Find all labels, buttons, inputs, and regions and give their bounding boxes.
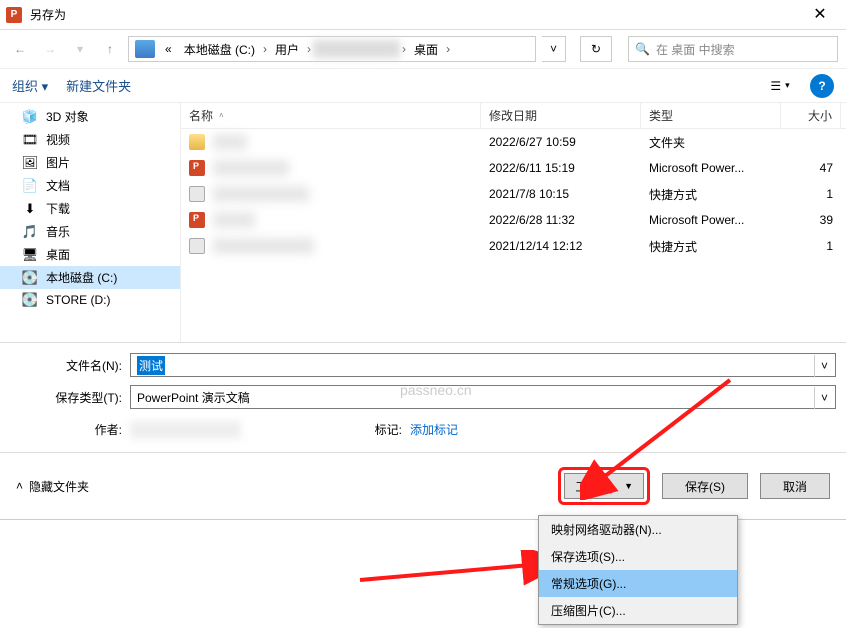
col-name[interactable]: 名称˄ (181, 103, 481, 128)
chevron-right-icon: › (444, 42, 452, 56)
sidebar-item-3d-objects[interactable]: 🧊3D 对象 (0, 105, 180, 128)
cancel-button[interactable]: 取消 (760, 473, 830, 499)
savetype-select[interactable]: PowerPoint 演示文稿 ˅ (130, 385, 836, 409)
tools-highlight: 工具(L) ▼ (558, 467, 650, 505)
bottom-bar: ˄ 隐藏文件夹 工具(L) ▼ 保存(S) 取消 (0, 452, 846, 519)
table-row[interactable]: ████ 2022/6/28 11:32 Microsoft Power... … (181, 207, 846, 233)
menu-map-network-drive[interactable]: 映射网络驱动器(N)... (539, 516, 737, 543)
savetype-label: 保存类型(T): (10, 389, 130, 406)
breadcrumb-dropdown[interactable]: ˅ (542, 36, 566, 62)
chevron-right-icon: › (305, 42, 313, 56)
search-placeholder: 在 桌面 中搜索 (656, 41, 735, 58)
content-area: 🧊3D 对象 🎞视频 🖼图片 📄文档 ⬇下载 🎵音乐 🖥桌面 💽本地磁盘 (C:… (0, 102, 846, 342)
folder-icon (189, 134, 205, 150)
sidebar-item-downloads[interactable]: ⬇下载 (0, 197, 180, 220)
powerpoint-file-icon (189, 212, 205, 228)
organize-button[interactable]: 组织 ▾ (12, 76, 48, 95)
tag-label: 标记: (330, 421, 410, 438)
savetype-value: PowerPoint 演示文稿 (137, 389, 250, 406)
filename-value: 测试 (137, 356, 165, 375)
toolbar: 组织 ▾ 新建文件夹 ☰ ▾ ? (0, 68, 846, 102)
tools-menu: 映射网络驱动器(N)... 保存选项(S)... 常规选项(G)... 压缩图片… (538, 515, 738, 625)
filename-input[interactable]: 测试 ˅ (130, 353, 836, 377)
forward-button[interactable]: → (38, 37, 62, 61)
music-icon: 🎵 (22, 224, 38, 240)
search-icon: 🔍 (635, 42, 650, 56)
chevron-up-icon: ˄ (16, 479, 23, 493)
sort-up-icon: ˄ (219, 111, 224, 120)
recent-dropdown[interactable]: ▾ (68, 37, 92, 61)
table-row[interactable]: ██████ ████ 2021/7/8 10:15 快捷方式 1 (181, 181, 846, 207)
table-row[interactable]: ███ 2022/6/27 10:59 文件夹 (181, 129, 846, 155)
disk-icon: 💽 (22, 270, 38, 286)
cube-icon: 🧊 (22, 109, 38, 125)
crumb-desktop[interactable]: 桌面 (408, 39, 444, 60)
col-date[interactable]: 修改日期 (481, 103, 641, 128)
file-columns-header: 名称˄ 修改日期 类型 大小 (181, 103, 846, 129)
crumb-users[interactable]: 用户 (269, 39, 305, 60)
close-button[interactable]: ✕ (800, 1, 840, 29)
shortcut-icon (189, 238, 205, 254)
powerpoint-file-icon (189, 160, 205, 176)
list-view-icon: ☰ (770, 79, 781, 93)
tools-button[interactable]: 工具(L) ▼ (564, 473, 644, 499)
menu-general-options[interactable]: 常规选项(G)... (539, 570, 737, 597)
chevron-down-icon: ▾ (785, 80, 790, 91)
titlebar: P 另存为 ✕ (0, 0, 846, 30)
powerpoint-app-icon: P (6, 7, 22, 23)
picture-icon: 🖼 (22, 155, 38, 171)
help-button[interactable]: ? (810, 74, 834, 98)
sidebar: 🧊3D 对象 🎞视频 🖼图片 📄文档 ⬇下载 🎵音乐 🖥桌面 💽本地磁盘 (C:… (0, 103, 180, 342)
sidebar-item-local-disk-c[interactable]: 💽本地磁盘 (C:) (0, 266, 180, 289)
sidebar-item-pictures[interactable]: 🖼图片 (0, 151, 180, 174)
file-pane: 名称˄ 修改日期 类型 大小 ███ 2022/6/27 10:59 文件夹 █… (180, 103, 846, 342)
desktop-icon: 🖥 (22, 247, 38, 263)
crumb-sep: « (159, 40, 178, 58)
up-button[interactable]: ↑ (98, 37, 122, 61)
chevron-down-icon: ▼ (624, 481, 633, 491)
author-value[interactable]: ██████ (130, 421, 241, 439)
form-area: 文件名(N): 测试 ˅ 保存类型(T): PowerPoint 演示文稿 ˅ … (0, 342, 846, 452)
chevron-right-icon: › (400, 42, 408, 56)
filename-label: 文件名(N): (10, 357, 130, 374)
sidebar-item-desktop[interactable]: 🖥桌面 (0, 243, 180, 266)
savetype-dropdown[interactable]: ˅ (814, 387, 834, 409)
save-button[interactable]: 保存(S) (662, 473, 748, 499)
new-folder-button[interactable]: 新建文件夹 (66, 76, 131, 95)
table-row[interactable]: ████████ 2022/6/11 15:19 Microsoft Power… (181, 155, 846, 181)
sidebar-item-store-d[interactable]: 💽STORE (D:) (0, 289, 180, 311)
document-icon: 📄 (22, 178, 38, 194)
col-type[interactable]: 类型 (641, 103, 781, 128)
window-title: 另存为 (30, 6, 800, 23)
tag-input[interactable]: 添加标记 (410, 421, 610, 438)
col-size[interactable]: 大小 (781, 103, 841, 128)
menu-save-options[interactable]: 保存选项(S)... (539, 543, 737, 570)
hide-folders-toggle[interactable]: ˄ 隐藏文件夹 (16, 478, 89, 495)
filename-dropdown[interactable]: ˅ (814, 355, 834, 377)
sidebar-item-music[interactable]: 🎵音乐 (0, 220, 180, 243)
folder-icon (135, 40, 155, 58)
author-label: 作者: (10, 421, 130, 438)
refresh-button[interactable]: ↻ (580, 36, 612, 62)
back-button[interactable]: ← (8, 37, 32, 61)
sidebar-item-documents[interactable]: 📄文档 (0, 174, 180, 197)
sidebar-item-videos[interactable]: 🎞视频 (0, 128, 180, 151)
download-icon: ⬇ (22, 201, 38, 217)
menu-compress-pictures[interactable]: 压缩图片(C)... (539, 597, 737, 624)
disk-icon: 💽 (22, 292, 38, 308)
crumb-local-disk[interactable]: 本地磁盘 (C:) (178, 39, 261, 60)
search-input[interactable]: 🔍 在 桌面 中搜索 (628, 36, 838, 62)
shortcut-icon (189, 186, 205, 202)
table-row[interactable]: E██████████ 2021/12/14 12:12 快捷方式 1 (181, 233, 846, 259)
breadcrumb[interactable]: « 本地磁盘 (C:) › 用户 › ██████ › 桌面 › (128, 36, 536, 62)
navbar: ← → ▾ ↑ « 本地磁盘 (C:) › 用户 › ██████ › 桌面 ›… (0, 30, 846, 68)
video-icon: 🎞 (22, 132, 38, 148)
crumb-username[interactable]: ██████ (313, 40, 400, 58)
file-rows: ███ 2022/6/27 10:59 文件夹 ████████ 2022/6/… (181, 129, 846, 259)
view-options-button[interactable]: ☰ ▾ (768, 74, 792, 98)
chevron-right-icon: › (261, 42, 269, 56)
